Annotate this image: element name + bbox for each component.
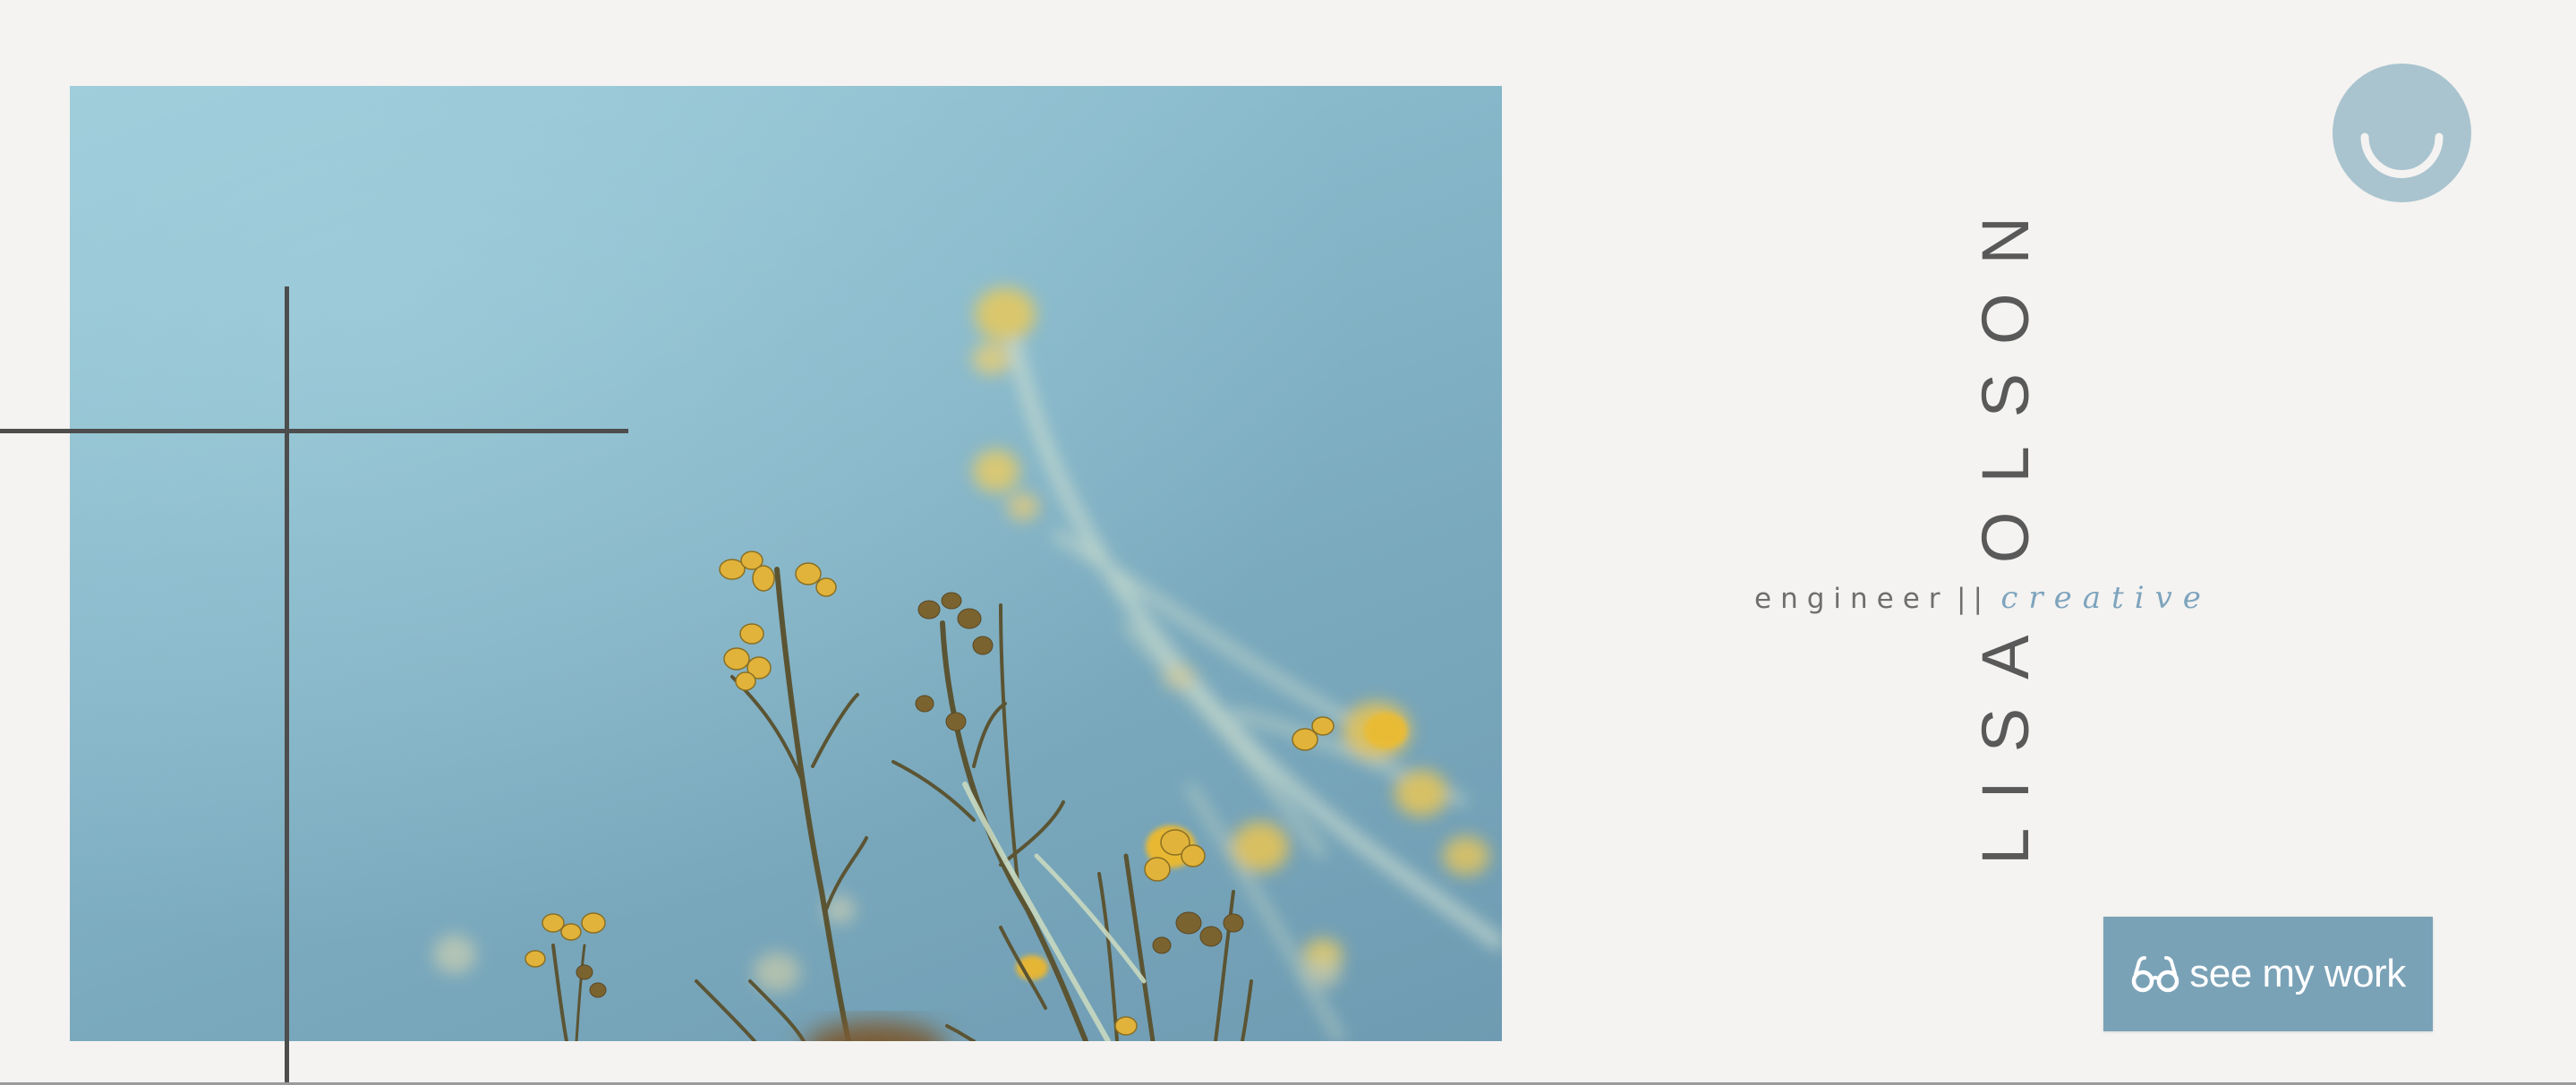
see-my-work-button[interactable]: see my work	[2103, 917, 2433, 1031]
vertical-accent-line	[285, 286, 289, 1085]
tagline-separator: ||	[1957, 583, 1990, 615]
logo-button[interactable]	[2333, 64, 2471, 202]
profile-name: LISA OLSON	[1968, 188, 2043, 865]
see-my-work-label: see my work	[2189, 952, 2406, 995]
tagline: engineer || creative	[1754, 577, 2212, 619]
smiley-icon	[2360, 132, 2444, 178]
horizontal-accent-line	[0, 429, 628, 433]
tagline-role: engineer	[1754, 583, 1949, 615]
glasses-icon	[2130, 954, 2180, 994]
tagline-creative: creative	[2000, 580, 2212, 616]
